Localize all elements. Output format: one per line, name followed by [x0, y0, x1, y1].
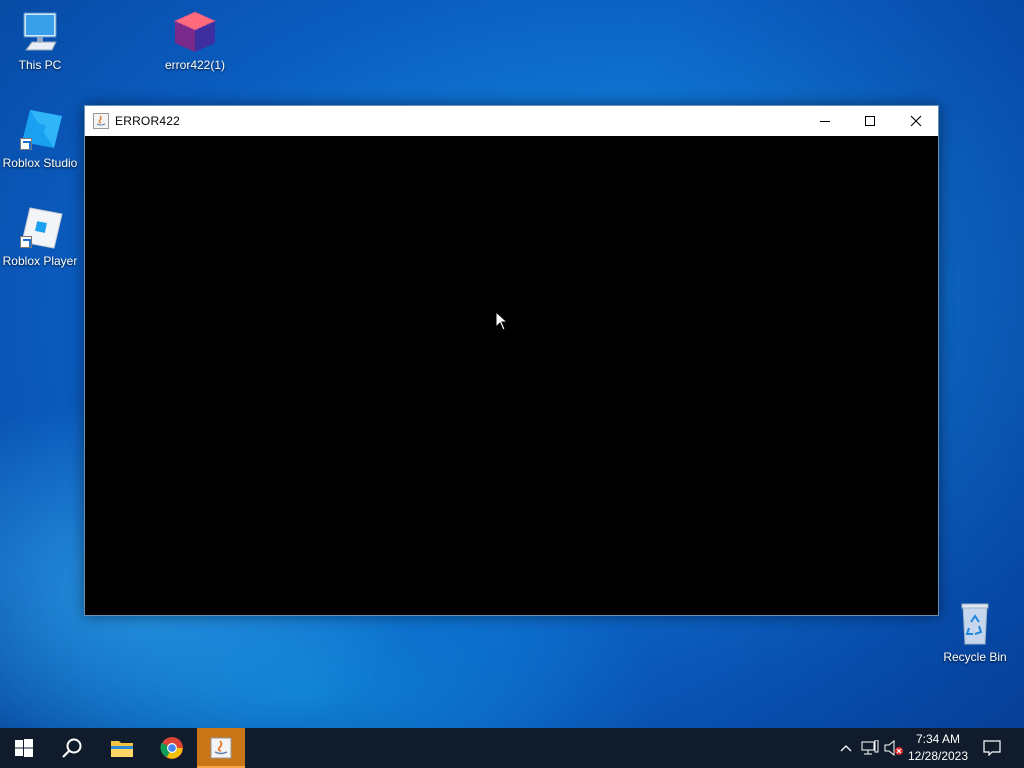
- folder-icon: [111, 741, 133, 757]
- clock-date: 12/28/2023: [907, 749, 969, 763]
- notification-icon: [983, 740, 1001, 756]
- start-button[interactable]: [0, 728, 48, 768]
- java-app-taskbar-button[interactable]: [197, 728, 245, 768]
- show-hidden-icons-button[interactable]: [836, 738, 856, 758]
- volume-button[interactable]: [884, 738, 904, 758]
- desktop-icon-label: This PC: [18, 58, 62, 72]
- network-icon: [861, 740, 879, 755]
- minimize-icon: [819, 121, 830, 122]
- windows-logo-icon: [15, 739, 33, 757]
- desktop-icon-label: error422(1): [164, 58, 226, 72]
- maximize-icon: [864, 116, 875, 126]
- java-icon: [210, 737, 232, 759]
- chrome-button[interactable]: [148, 728, 196, 768]
- desktop-icon-error422[interactable]: error422(1): [155, 10, 235, 72]
- shortcut-arrow-icon: [20, 138, 32, 150]
- minimize-button[interactable]: [802, 106, 847, 136]
- window-title: ERROR422: [115, 114, 180, 128]
- clock[interactable]: 7:34 AM 12/28/2023: [902, 731, 974, 765]
- clock-time: 7:34 AM: [915, 732, 961, 746]
- taskbar: 7:34 AM 12/28/2023: [0, 728, 1024, 768]
- desktop-icon-recycle-bin[interactable]: Recycle Bin: [935, 602, 1015, 664]
- chevron-up-icon: [840, 745, 852, 752]
- roblox-studio-icon: [16, 108, 64, 152]
- notifications-button[interactable]: [982, 738, 1002, 758]
- file-explorer-button[interactable]: [98, 728, 146, 768]
- search-button[interactable]: [48, 728, 96, 768]
- desktop-icon-roblox-studio[interactable]: Roblox Studio: [0, 108, 80, 170]
- recycle-bin-icon: [951, 602, 999, 646]
- window-content[interactable]: [85, 136, 938, 615]
- maximize-button[interactable]: [847, 106, 892, 136]
- volume-muted-icon: [884, 740, 903, 756]
- title-bar[interactable]: ERROR422: [85, 106, 938, 136]
- cube-icon: [171, 10, 219, 54]
- desktop-icon-label: Recycle Bin: [943, 650, 1007, 664]
- computer-icon: [16, 10, 64, 54]
- roblox-player-icon: [16, 206, 64, 250]
- close-icon: [910, 115, 921, 127]
- java-icon: [93, 113, 109, 129]
- desktop-icon-this-pc[interactable]: This PC: [0, 10, 80, 72]
- desktop-icon-label: Roblox Player: [2, 254, 78, 268]
- network-button[interactable]: [860, 738, 880, 758]
- app-window[interactable]: ERROR422: [84, 105, 939, 616]
- mouse-cursor-icon: [495, 311, 509, 331]
- desktop-icon-label: Roblox Studio: [2, 156, 78, 170]
- search-icon: [62, 738, 82, 758]
- chrome-icon: [160, 737, 183, 759]
- desktop-icon-roblox-player[interactable]: Roblox Player: [0, 206, 80, 268]
- shortcut-arrow-icon: [20, 236, 32, 248]
- close-button[interactable]: [893, 106, 938, 136]
